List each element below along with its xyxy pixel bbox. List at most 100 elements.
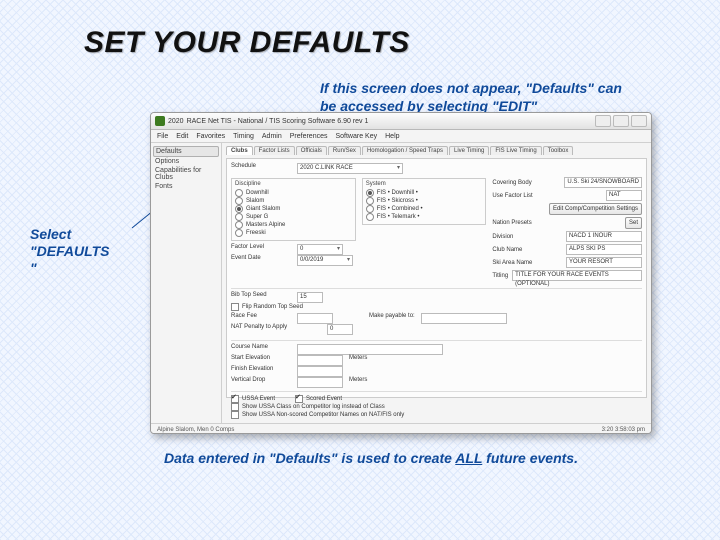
window-year: 2020 <box>168 118 184 125</box>
tab-officials[interactable]: Officials <box>296 146 327 155</box>
status-right: 3:20 3:58:03 pm <box>602 427 645 433</box>
annotation-bottom-all: ALL <box>455 450 482 466</box>
covering-body-value[interactable]: U.S. Ski 24/SNOWBOARD <box>564 177 642 188</box>
menu-admin[interactable]: Admin <box>262 133 282 140</box>
system-opt-2[interactable]: FIS • Combined • <box>366 205 483 213</box>
edit-comp-row: Edit Comp/Competition Settings <box>492 203 642 215</box>
titling-value[interactable]: TITLE FOR YOUR RACE EVENTS (OPTIONAL) <box>512 270 642 281</box>
covering-body-label: Covering Body <box>492 180 531 186</box>
start-elev-label: Start Elevation <box>231 355 291 361</box>
vert-drop-value[interactable] <box>297 377 343 388</box>
tab-factor-lists[interactable]: Factor Lists <box>254 146 295 155</box>
nat-penalty-value[interactable]: 0 <box>327 324 353 335</box>
window-title: RACE Net TIS - National / TIS Scoring So… <box>187 118 592 125</box>
titling-label: Titling <box>492 273 508 279</box>
ski-area-value[interactable]: YOUR RESORT <box>566 257 642 268</box>
division-row: Division NACD 1 INOUR <box>492 231 642 242</box>
tab-toolbox[interactable]: Toolbox <box>543 146 574 155</box>
annotation-left-a: Select <box>30 226 71 242</box>
slide-title: SET YOUR DEFAULTS <box>84 26 410 60</box>
club-value[interactable]: ALPS SKI PS <box>566 244 642 255</box>
numbers-section: Bib Top Seed 15 Flip Random Top Seed Rac… <box>231 288 642 335</box>
menu-help[interactable]: Help <box>385 133 399 140</box>
sidebar-item-options[interactable]: Options <box>153 157 219 166</box>
tab-run-sex[interactable]: Run/Sex <box>328 146 361 155</box>
vert-drop-unit: Meters <box>349 377 367 383</box>
annotation-left-c: " <box>30 260 37 276</box>
discipline-slalom[interactable]: Slalom <box>235 197 352 205</box>
check-show-ussa-class[interactable]: Show USSA Class on Competitor log instea… <box>231 403 642 411</box>
club-label: Club Name <box>492 247 522 253</box>
app-icon <box>155 116 165 126</box>
covering-body-row: Covering Body U.S. Ski 24/SNOWBOARD <box>492 177 642 188</box>
factor-level-select[interactable]: 0 <box>297 244 343 255</box>
annotation-bottom-b: future events. <box>482 450 578 466</box>
menu-edit[interactable]: Edit <box>176 133 188 140</box>
annotation-bottom: Data entered in "Defaults" is used to cr… <box>164 450 680 468</box>
start-elev-row: Start Elevation Meters <box>231 355 642 366</box>
minimize-button[interactable] <box>595 115 611 127</box>
check-ussa-event[interactable]: USSA Event <box>231 395 275 403</box>
discipline-freeski[interactable]: Freeski <box>235 229 352 237</box>
menu-file[interactable]: File <box>157 133 168 140</box>
system-opt-1[interactable]: FIS • Skicross • <box>366 197 483 205</box>
factor-level-row: Factor Level 0 <box>231 244 356 255</box>
flip-random-check[interactable]: Flip Random Top Seed <box>231 303 642 311</box>
event-date-field[interactable]: 0/0/2019 <box>297 255 353 266</box>
tab-content: Schedule 2020 C.LINK RACE Discipline Dow… <box>226 158 647 398</box>
race-fee-value[interactable] <box>297 313 333 324</box>
tab-clubs[interactable]: Clubs <box>226 146 253 155</box>
discipline-super-g[interactable]: Super G <box>235 213 352 221</box>
titling-row: Titling TITLE FOR YOUR RACE EVENTS (OPTI… <box>492 270 642 281</box>
nation-presets-label: Nation Presets <box>492 220 531 226</box>
annotation-bottom-a: Data entered in "Defaults" is used to cr… <box>164 450 455 466</box>
system-label: System <box>366 181 483 187</box>
sidebar-item-defaults[interactable]: Defaults <box>153 146 219 157</box>
club-row: Club Name ALPS SKI PS <box>492 244 642 255</box>
discipline-giant-slalom[interactable]: Giant Slalom <box>235 205 352 213</box>
race-fee-label: Race Fee <box>231 313 291 319</box>
schedule-select[interactable]: 2020 C.LINK RACE <box>297 163 403 174</box>
mid-column: System FIS • Downhill • FIS • Skicross •… <box>362 177 487 283</box>
menu-software-key[interactable]: Software Key <box>335 133 377 140</box>
bib-top-value[interactable]: 15 <box>297 292 323 303</box>
menu-preferences[interactable]: Preferences <box>290 133 328 140</box>
check-scored-event[interactable]: Scored Event <box>295 395 342 403</box>
division-value[interactable]: NACD 1 INOUR <box>566 231 642 242</box>
two-column-top: Discipline Downhill Slalom Giant Slalom … <box>231 177 642 283</box>
system-opt-0[interactable]: FIS • Downhill • <box>366 189 483 197</box>
payable-value[interactable] <box>421 313 507 324</box>
sidebar-item-capabilities[interactable]: Capabilities for Clubs <box>153 166 219 182</box>
system-group: System FIS • Downhill • FIS • Skicross •… <box>362 178 487 225</box>
edit-comp-button[interactable]: Edit Comp/Competition Settings <box>549 203 642 215</box>
course-name-value[interactable] <box>297 344 443 355</box>
tab-homologation[interactable]: Homologation / Speed Traps <box>362 146 448 155</box>
division-label: Division <box>492 234 513 240</box>
event-date-label: Event Date <box>231 255 291 261</box>
nat-penalty-row: NAT Penalty to Apply 0 <box>231 324 642 335</box>
nation-presets-row: Nation Presets Set <box>492 217 642 229</box>
maximize-button[interactable] <box>613 115 629 127</box>
start-elev-value[interactable] <box>297 355 343 366</box>
course-section: Course Name Start Elevation Meters Finis… <box>231 340 642 388</box>
nation-presets-button[interactable]: Set <box>625 217 642 229</box>
tab-row: Clubs Factor Lists Officials Run/Sex Hom… <box>226 146 647 155</box>
course-name-row: Course Name <box>231 344 642 355</box>
discipline-label: Discipline <box>235 181 352 187</box>
check-show-nonscored[interactable]: Show USSA Non-scored Competitor Names on… <box>231 411 642 419</box>
sidebar-item-fonts[interactable]: Fonts <box>153 182 219 191</box>
window-buttons <box>595 115 647 127</box>
discipline-downhill[interactable]: Downhill <box>235 189 352 197</box>
finish-elev-label: Finish Elevation <box>231 366 291 372</box>
use-factor-value[interactable]: NAT <box>606 190 642 201</box>
tab-fis-live-timing[interactable]: FIS Live Timing <box>490 146 541 155</box>
discipline-masters[interactable]: Masters Alpine <box>235 221 352 229</box>
vert-drop-row: Vertical Drop Meters <box>231 377 642 388</box>
menu-favorites[interactable]: Favorites <box>196 133 225 140</box>
tab-live-timing[interactable]: Live Timing <box>449 146 489 155</box>
close-button[interactable] <box>631 115 647 127</box>
system-opt-3[interactable]: FIS • Telemark • <box>366 213 483 221</box>
menu-timing[interactable]: Timing <box>233 133 254 140</box>
finish-elev-value[interactable] <box>297 366 343 377</box>
start-elev-unit: Meters <box>349 355 367 361</box>
